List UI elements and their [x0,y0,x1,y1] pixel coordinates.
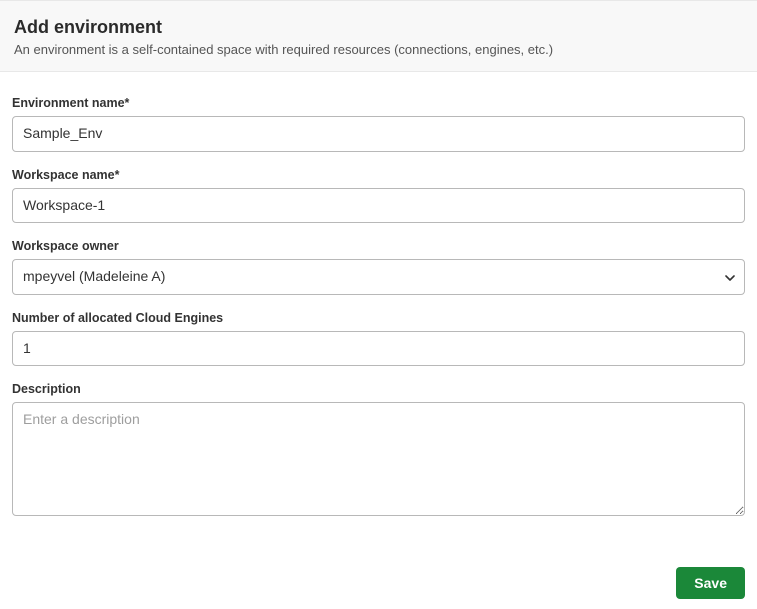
workspace-name-label: Workspace name* [12,168,745,182]
workspace-name-input[interactable] [12,188,745,224]
cloud-engines-group: Number of allocated Cloud Engines [12,311,745,367]
page-header: Add environment An environment is a self… [0,0,757,72]
env-name-label: Environment name* [12,96,745,110]
cloud-engines-input[interactable] [12,331,745,367]
description-group: Description [12,382,745,521]
save-button[interactable]: Save [676,567,745,599]
workspace-owner-group: Workspace owner mpeyvel (Madeleine A) [12,239,745,295]
workspace-name-group: Workspace name* [12,168,745,224]
workspace-owner-select-wrap: mpeyvel (Madeleine A) [12,259,745,295]
description-label: Description [12,382,745,396]
description-textarea[interactable] [12,402,745,516]
footer: Save [0,553,757,609]
cloud-engines-label: Number of allocated Cloud Engines [12,311,745,325]
form-area: Environment name* Workspace name* Worksp… [0,72,757,553]
env-name-input[interactable] [12,116,745,152]
workspace-owner-label: Workspace owner [12,239,745,253]
workspace-owner-select[interactable]: mpeyvel (Madeleine A) [12,259,745,295]
page-description: An environment is a self-contained space… [14,42,743,57]
env-name-group: Environment name* [12,96,745,152]
page-title: Add environment [14,17,743,38]
